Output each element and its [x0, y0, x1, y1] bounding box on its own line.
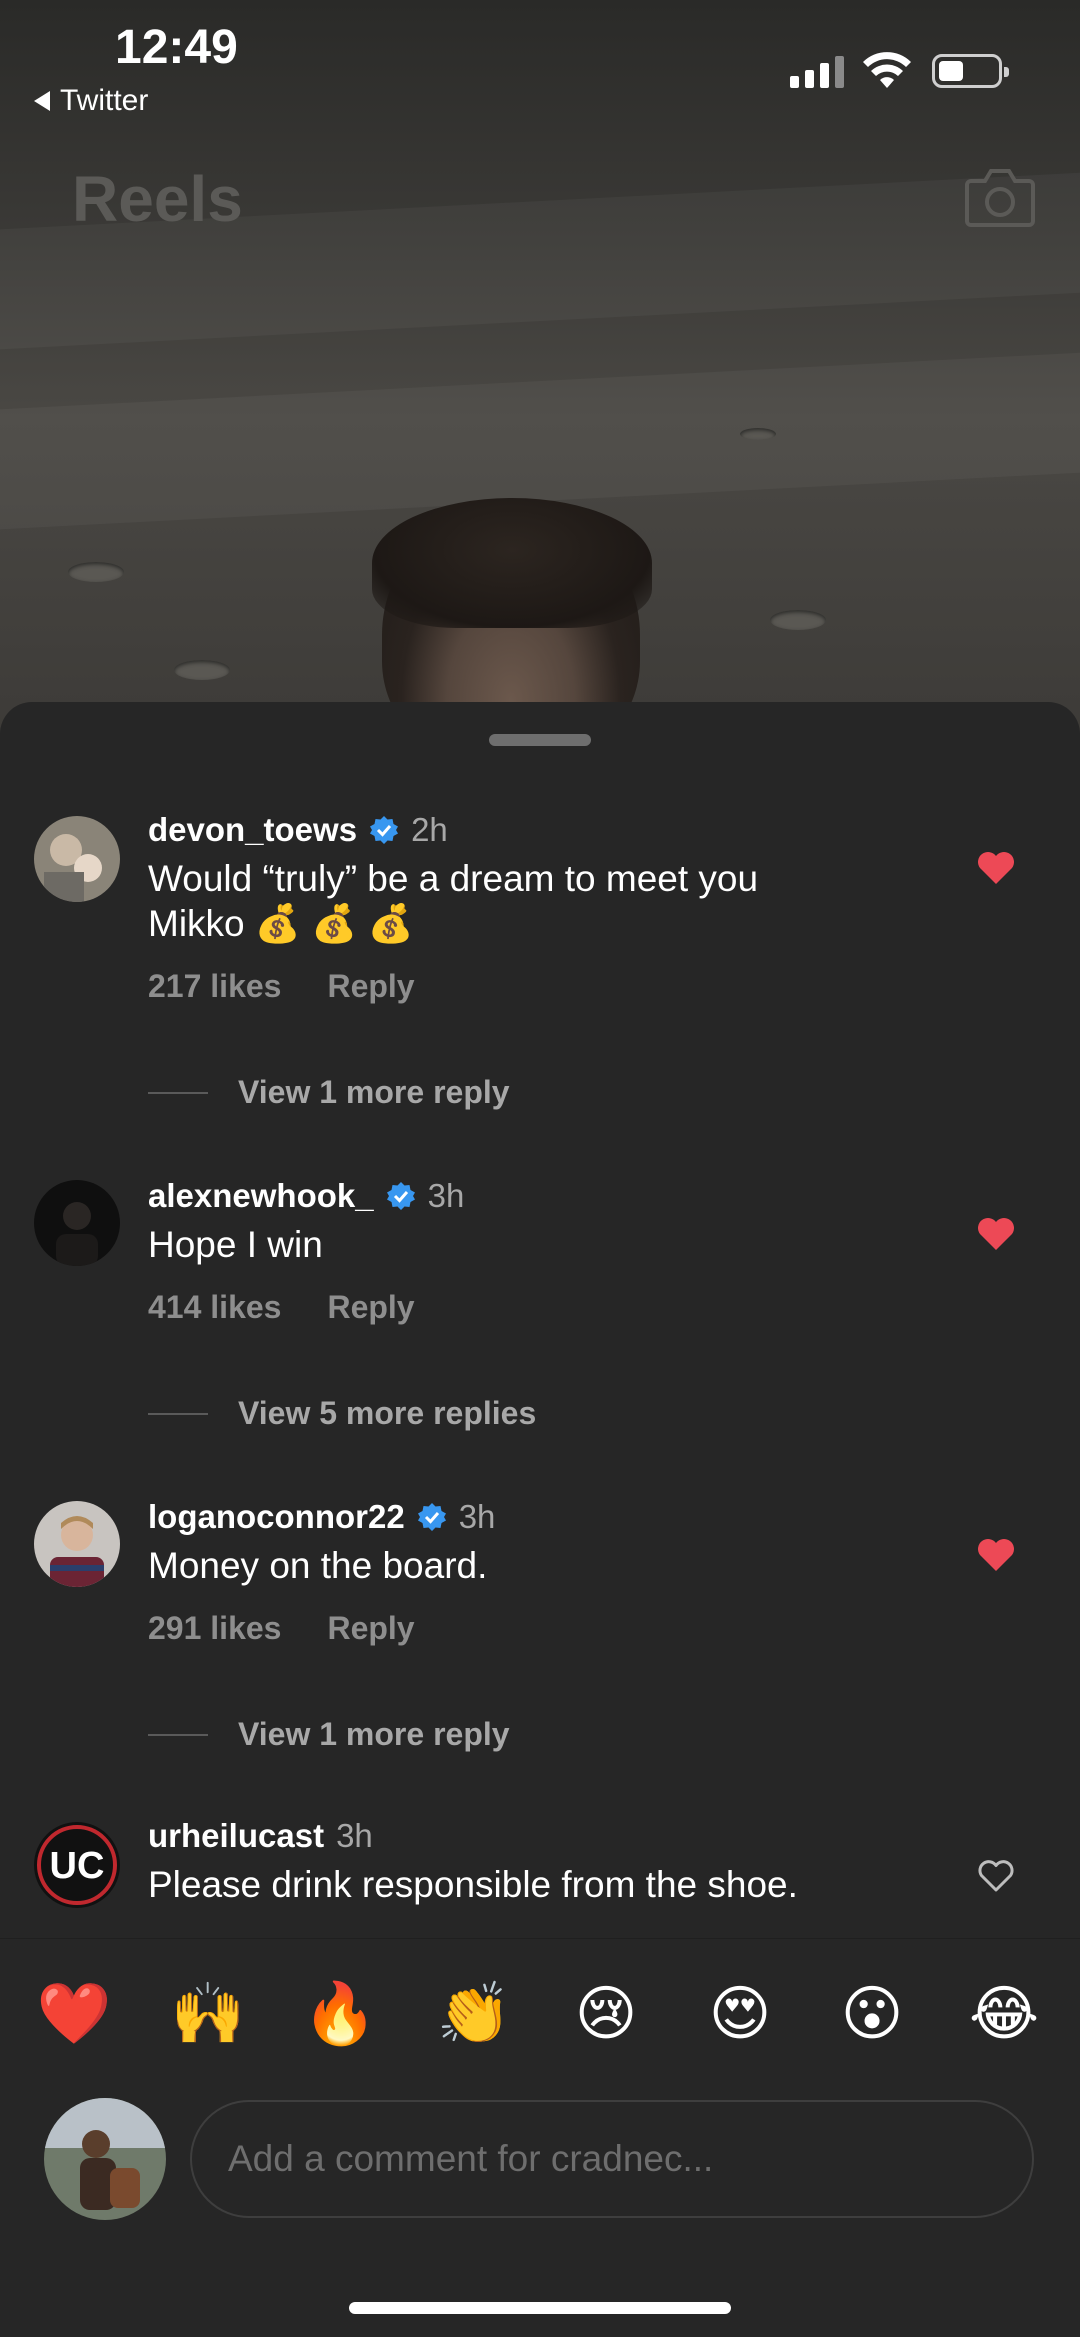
avatar[interactable]	[34, 816, 120, 902]
view-replies-label: View 1 more reply	[238, 1716, 510, 1752]
page-title: Reels	[72, 163, 243, 235]
avatar[interactable]	[34, 1501, 120, 1587]
view-replies-button[interactable]: View 1 more reply	[148, 1716, 510, 1753]
likes-count[interactable]: 291 likes	[148, 1610, 281, 1647]
emoji-surprised-button[interactable]: 😮	[834, 1979, 910, 2049]
comment-input[interactable]	[190, 2100, 1034, 2218]
sheet-grabber-handle[interactable]	[489, 734, 591, 746]
verified-badge-icon	[386, 1182, 415, 1210]
thread-line	[148, 1733, 208, 1736]
thread-line	[148, 1091, 208, 1094]
status-bar: 12:49 Twitter	[0, 0, 1080, 120]
view-replies-label: View 5 more replies	[238, 1395, 537, 1431]
status-time: 12:49	[115, 21, 238, 74]
comment-body: loganoconnor22 3h Money on the board. 29…	[148, 1497, 968, 1647]
emoji-crying-button[interactable]: 😢	[568, 1979, 644, 2049]
heart-filled-icon[interactable]	[976, 1537, 1016, 1573]
comment-username[interactable]: alexnewhook_	[148, 1176, 374, 1216]
current-user-avatar	[44, 2098, 166, 2220]
comment-username[interactable]: loganoconnor22	[148, 1497, 405, 1537]
comment-time: 3h	[458, 1498, 496, 1535]
comment-text: Please drink responsible from the shoe.	[148, 1864, 798, 1905]
reply-button[interactable]: Reply	[327, 1289, 414, 1326]
comment-text: Money on the board.	[148, 1545, 488, 1586]
back-to-app-link[interactable]: Twitter	[34, 84, 148, 118]
comment-body: alexnewhook_ 3h Hope I win 414 likes Rep…	[148, 1176, 968, 1326]
home-indicator[interactable]	[349, 2302, 731, 2314]
verified-badge-icon	[417, 1503, 446, 1531]
emoji-heart-button[interactable]: ❤️	[36, 1979, 112, 2049]
view-replies-button[interactable]: View 5 more replies	[148, 1395, 536, 1432]
emoji-laughing-button[interactable]: 😂	[966, 1979, 1042, 2049]
ceiling-light	[770, 610, 826, 630]
comment-body: devon_toews 2h Would “truly” be a dream …	[148, 810, 968, 1005]
emoji-fire-button[interactable]: 🔥	[302, 1979, 378, 2049]
ceiling-light	[68, 562, 124, 582]
back-app-label: Twitter	[60, 84, 149, 117]
heart-filled-icon[interactable]	[976, 850, 1016, 886]
likes-count[interactable]: 414 likes	[148, 1289, 281, 1326]
comment-body: urheilucast 3h Please drink responsible …	[148, 1816, 968, 1907]
emoji-heart-eyes-button[interactable]: 😍	[702, 1979, 778, 2049]
comment-time: 3h	[427, 1177, 465, 1214]
comment-time: 2h	[411, 811, 448, 848]
heart-filled-icon[interactable]	[976, 1216, 1016, 1252]
camera-icon[interactable]	[965, 165, 1035, 227]
view-replies-button[interactable]: View 1 more reply	[148, 1074, 510, 1111]
verified-badge-icon	[370, 816, 399, 844]
battery-icon	[932, 54, 1009, 88]
likes-count[interactable]: 217 likes	[148, 968, 281, 1005]
comment-text: Mikko 💰 💰 💰	[148, 903, 414, 944]
comment-username[interactable]: devon_toews	[148, 810, 357, 850]
avatar[interactable]: UC	[34, 1822, 120, 1908]
person-hair	[372, 498, 652, 628]
cellular-signal-icon	[790, 54, 844, 88]
reply-button[interactable]: Reply	[327, 1610, 414, 1647]
emoji-raised-hands-button[interactable]: 🙌	[170, 1979, 246, 2049]
thread-line	[148, 1412, 208, 1415]
comment-text: Would “truly” be a dream to meet you	[148, 858, 759, 899]
reply-button[interactable]: Reply	[327, 968, 414, 1005]
emoji-clap-button[interactable]: 👏	[436, 1979, 512, 2049]
svg-text:UC: UC	[50, 1845, 105, 1887]
ceiling-light	[740, 428, 776, 440]
comment-username[interactable]: urheilucast	[148, 1816, 324, 1856]
view-replies-label: View 1 more reply	[238, 1074, 510, 1110]
heart-outline-icon[interactable]	[976, 1858, 1016, 1894]
ceiling-light	[174, 660, 230, 680]
comment-time: 3h	[336, 1817, 373, 1854]
comment-composer	[0, 2088, 1080, 2337]
comment-text: Hope I win	[148, 1224, 323, 1265]
wifi-icon	[863, 52, 911, 88]
back-triangle-icon	[34, 91, 50, 111]
avatar[interactable]	[34, 1180, 120, 1266]
emoji-reaction-bar: ❤️ 🙌 🔥 👏 😢 😍 😮 😂	[0, 1938, 1080, 2088]
